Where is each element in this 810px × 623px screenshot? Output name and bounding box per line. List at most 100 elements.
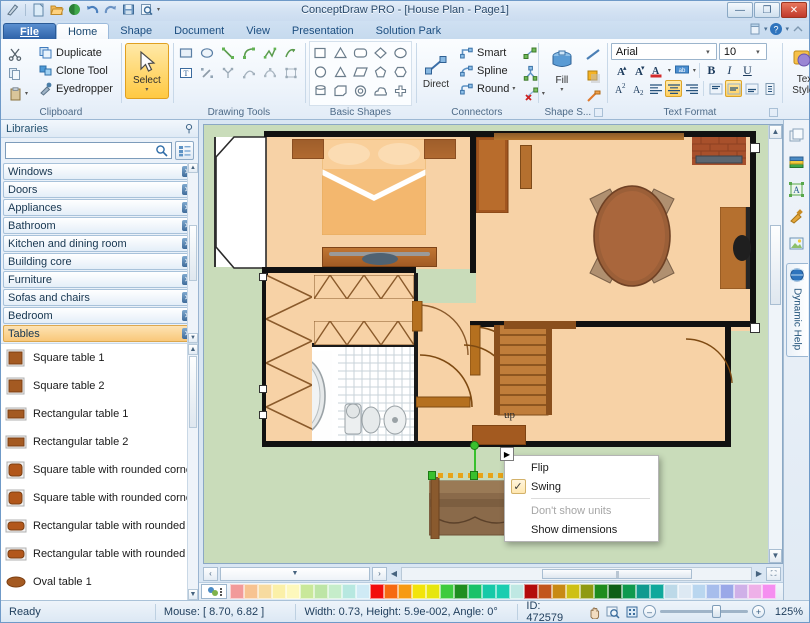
bezier-tool-icon[interactable] <box>261 63 280 82</box>
smart-connector-button[interactable]: Smart <box>454 44 519 61</box>
page-next-button[interactable]: › <box>372 566 387 581</box>
shape-style-dialog-launcher[interactable] <box>593 108 603 117</box>
color-swatch[interactable] <box>440 584 454 599</box>
horizontal-scroll-thumb[interactable] <box>541 568 692 579</box>
edit-points-icon[interactable] <box>240 63 259 82</box>
library-item-bathroom[interactable]: Bathroom✕ <box>3 217 196 234</box>
font-size-combo[interactable]: 10 ▾ <box>718 43 767 60</box>
library-item-windows[interactable]: Windows✕ <box>3 163 196 180</box>
freeform-tool-icon[interactable] <box>282 43 301 62</box>
color-swatch[interactable] <box>650 584 664 599</box>
color-swatch[interactable] <box>692 584 706 599</box>
underline-icon[interactable]: U <box>739 62 756 79</box>
color-swatch[interactable] <box>230 584 244 599</box>
help-icon[interactable]: ? <box>769 22 783 36</box>
point-edit-icon[interactable] <box>282 63 301 82</box>
scroll-down-button[interactable]: ▼ <box>188 589 198 600</box>
pentagon-shape-icon[interactable] <box>371 62 390 81</box>
library-item-doors[interactable]: Doors✕ <box>3 181 196 198</box>
color-swatch[interactable] <box>636 584 650 599</box>
tab-shape[interactable]: Shape <box>109 23 163 40</box>
drawing-page[interactable]: up ▲ ▼ ▶ Flip ✓ Swing Don't show units S… <box>204 125 782 563</box>
selection-handle-left[interactable] <box>428 471 436 480</box>
align-center-icon[interactable] <box>664 80 682 97</box>
library-item-appliances[interactable]: Appliances✕ <box>3 199 196 216</box>
redo-icon[interactable] <box>103 2 118 17</box>
donut-shape-icon[interactable] <box>351 81 370 100</box>
save-icon[interactable] <box>67 2 82 17</box>
zoom-slider[interactable] <box>660 605 748 618</box>
color-swatch[interactable] <box>244 584 258 599</box>
color-swatch[interactable] <box>356 584 370 599</box>
hexagon-shape-icon[interactable] <box>391 62 410 81</box>
page-prev-button[interactable]: ‹ <box>203 566 218 581</box>
line-tool-icon[interactable] <box>219 43 238 62</box>
color-swatch[interactable] <box>342 584 356 599</box>
shadow-style-icon[interactable] <box>584 66 603 85</box>
tab-file[interactable]: File <box>3 23 56 40</box>
highlight-color-icon[interactable]: ab <box>672 62 692 79</box>
maximize-button[interactable]: ❐ <box>754 2 780 18</box>
color-swatch[interactable] <box>538 584 552 599</box>
library-scroll-thumb[interactable] <box>189 225 197 281</box>
color-swatch[interactable] <box>370 584 384 599</box>
fit-canvas-button[interactable]: ⛶ <box>766 566 781 581</box>
color-swatch[interactable] <box>412 584 426 599</box>
align-bottom-icon[interactable] <box>743 80 760 97</box>
open-folder-icon[interactable] <box>49 2 64 17</box>
text-block-icon[interactable] <box>761 80 778 97</box>
pen-icon[interactable] <box>5 2 20 17</box>
text-format-dialog-launcher[interactable] <box>768 108 778 117</box>
align-top-icon[interactable] <box>707 80 724 97</box>
ellipse-shape-icon[interactable] <box>391 43 410 62</box>
select-tool-dropdown-icon[interactable]: ▾ <box>145 86 148 93</box>
shape-list-item[interactable]: Square table with rounded corners <box>1 484 198 512</box>
color-swatch[interactable] <box>258 584 272 599</box>
zoom-tool-icon[interactable] <box>605 604 620 619</box>
scroll-thumb[interactable] <box>189 356 197 428</box>
context-menu-handle[interactable]: ▶ <box>500 447 514 461</box>
tab-solution-park[interactable]: Solution Park <box>365 23 452 40</box>
circle-shape-icon[interactable] <box>311 62 330 81</box>
text-style-button[interactable]: Text Style▾ <box>786 43 810 101</box>
font-color-dropdown-icon[interactable]: ▾ <box>668 67 671 74</box>
shape-list-item[interactable]: Square table 1 <box>1 344 198 372</box>
search-icon[interactable] <box>154 144 169 157</box>
pencil-tool-icon[interactable] <box>198 63 217 82</box>
round-connector-dropdown-icon[interactable]: ▾ <box>512 85 515 92</box>
align-right-icon[interactable] <box>683 80 700 97</box>
library-item-kitchen-and-dining-room[interactable]: Kitchen and dining room✕ <box>3 235 196 252</box>
shrink-font-icon[interactable]: A ▾ <box>629 62 646 79</box>
hscroll-right-arrow[interactable]: ▶ <box>754 569 764 578</box>
align-left-icon[interactable] <box>647 80 664 97</box>
triangle2-shape-icon[interactable] <box>331 62 350 81</box>
color-swatch[interactable] <box>426 584 440 599</box>
canvas-scroll-up-button[interactable]: ▲ <box>769 125 782 139</box>
format-painter-icon[interactable] <box>584 87 603 106</box>
connect-points-icon[interactable] <box>219 63 238 82</box>
library-item-tables[interactable]: Tables✕ <box>3 325 196 342</box>
clone-tool-button[interactable]: Clone Tool <box>33 62 117 79</box>
font-family-dropdown-icon[interactable]: ▾ <box>702 48 714 56</box>
color-swatch[interactable] <box>384 584 398 599</box>
color-swatch[interactable] <box>454 584 468 599</box>
color-swatch[interactable] <box>664 584 678 599</box>
dynamic-help-tab[interactable]: Dynamic Help <box>785 263 808 358</box>
shape-list-item[interactable]: Square table with rounded corners <box>1 456 198 484</box>
zoom-in-button[interactable]: + <box>752 605 765 618</box>
tab-presentation[interactable]: Presentation <box>281 23 365 40</box>
minimize-button[interactable]: — <box>727 2 753 18</box>
color-swatch[interactable] <box>468 584 482 599</box>
drawing-canvas[interactable]: up ▲ ▼ ▶ Flip ✓ Swing Don't show units S… <box>203 124 783 564</box>
library-scroll-up[interactable]: ▲ <box>188 163 198 173</box>
superscript-icon[interactable]: A2 <box>611 80 628 97</box>
shape-list-scrollbar[interactable]: ▲ ▼ <box>187 344 198 600</box>
close-button[interactable]: ✕ <box>781 2 807 18</box>
color-swatch[interactable] <box>580 584 594 599</box>
library-item-sofas-and-chairs[interactable]: Sofas and chairs✕ <box>3 289 196 306</box>
new-window-icon[interactable] <box>748 22 762 36</box>
library-item-bedroom[interactable]: Bedroom✕ <box>3 307 196 324</box>
context-menu[interactable]: Flip ✓ Swing Don't show units Show dimension… <box>504 455 659 542</box>
qat-more-icon[interactable]: ▾ <box>157 6 160 13</box>
parallelogram-shape-icon[interactable] <box>351 62 370 81</box>
